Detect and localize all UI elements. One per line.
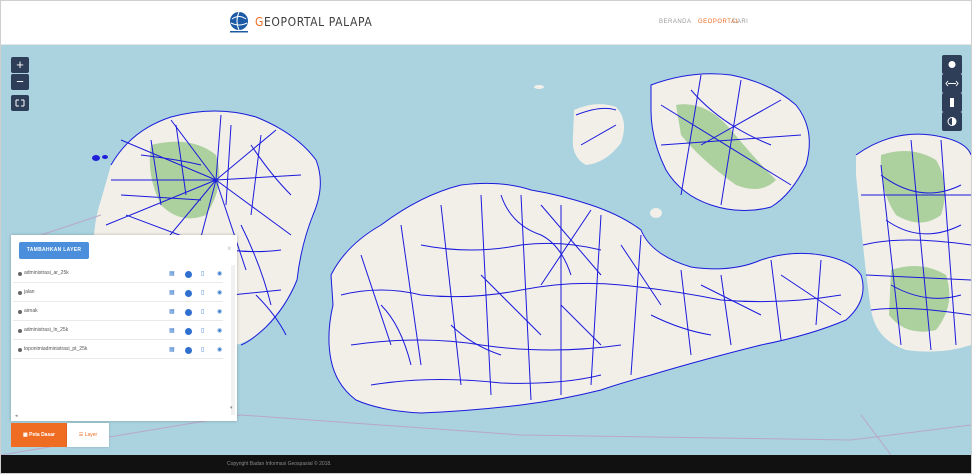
nav-cari[interactable]: CARI xyxy=(732,19,748,25)
color-dot-icon[interactable] xyxy=(185,347,192,354)
grid-icon[interactable]: ▦ xyxy=(169,307,175,317)
contrast-icon[interactable] xyxy=(942,112,962,131)
peta-dasar-button[interactable]: ▦ Peta Dasar xyxy=(11,423,67,447)
layer-row[interactable]: administrasi_ar_25k ▦ ▯ ◉ xyxy=(13,265,223,283)
grid-icon[interactable]: ▦ xyxy=(169,269,175,279)
layer-row[interactable]: toponimiadministrasi_pt_25k ▦ ▯ ◉ xyxy=(13,341,223,359)
fullscreen-icon[interactable] xyxy=(11,95,29,111)
brand-title[interactable]: GEOPORTAL PALAPA xyxy=(255,15,372,29)
color-dot-icon[interactable] xyxy=(185,328,192,335)
layer-bullet xyxy=(18,291,22,295)
brand-rest: EOPORTAL PALAPA xyxy=(263,15,373,29)
grid-icon[interactable]: ▦ xyxy=(169,288,175,298)
fullscreen-glyph xyxy=(15,99,25,107)
circle-tool-icon[interactable] xyxy=(942,55,962,74)
islet-2 xyxy=(102,155,108,159)
color-dot-icon[interactable] xyxy=(185,290,192,297)
app-frame: GEOPORTAL PALAPA BERANDA GEOPORTAL CARI xyxy=(0,0,972,474)
layer-button[interactable]: ☰ Layer xyxy=(67,423,109,447)
footer-copyright: Copyright Badan Informasi Geospasial © 2… xyxy=(227,461,332,467)
islet-1 xyxy=(92,155,100,161)
trash-icon[interactable]: ▯ xyxy=(201,345,204,355)
layer-name: airnak xyxy=(24,308,38,314)
panel-scrollbar[interactable] xyxy=(231,265,235,415)
zoom-out-button[interactable]: − xyxy=(11,74,29,90)
color-dot-icon[interactable] xyxy=(185,271,192,278)
islet-4 xyxy=(534,85,544,89)
circle-glyph xyxy=(948,61,956,68)
layer-name: toponimiadministrasi_pt_25k xyxy=(24,346,88,352)
add-layer-button[interactable]: TAMBAHKAN LAYER xyxy=(19,242,89,259)
bookmark-icon[interactable] xyxy=(942,93,962,112)
zoom-in-button[interactable]: + xyxy=(11,57,29,73)
measure-glyph xyxy=(945,80,959,87)
trash-icon[interactable]: ▯ xyxy=(201,307,204,317)
islet-3 xyxy=(650,208,662,218)
grid-icon[interactable]: ▦ xyxy=(169,326,175,336)
layer-bullet xyxy=(18,348,22,352)
color-dot-icon[interactable] xyxy=(185,309,192,316)
top-header: GEOPORTAL PALAPA BERANDA GEOPORTAL CARI xyxy=(1,1,971,45)
peta-dasar-label: Peta Dasar xyxy=(29,432,55,438)
trash-icon[interactable]: ▯ xyxy=(201,326,204,336)
layer-row[interactable]: jalan ▦ ▯ ◉ xyxy=(13,284,223,302)
layer-row[interactable]: administrasi_ln_25k ▦ ▯ ◉ xyxy=(13,322,223,340)
layer-panel: TAMBAHKAN LAYER × administrasi_ar_25k ▦ … xyxy=(11,235,237,421)
layer-row[interactable]: airnak ▦ ▯ ◉ xyxy=(13,303,223,321)
layer-bullet xyxy=(18,272,22,276)
layer-label: Layer xyxy=(84,432,98,438)
globe-icon[interactable] xyxy=(227,10,251,34)
scroll-down-arrow[interactable]: ▾ xyxy=(230,405,233,411)
eye-icon[interactable]: ◉ xyxy=(217,326,222,336)
bookmark-glyph xyxy=(950,98,954,107)
eye-icon[interactable]: ◉ xyxy=(217,288,222,298)
eye-icon[interactable]: ◉ xyxy=(217,345,222,355)
eye-icon[interactable]: ◉ xyxy=(217,307,222,317)
layer-bullet xyxy=(18,310,22,314)
close-icon[interactable]: × xyxy=(227,244,232,253)
nav-beranda[interactable]: BERANDA xyxy=(659,19,692,25)
grid-icon[interactable]: ▦ xyxy=(169,345,175,355)
layer-name: administrasi_ar_25k xyxy=(24,270,69,276)
contrast-glyph xyxy=(947,117,957,126)
trash-icon[interactable]: ▯ xyxy=(201,269,204,279)
footer: Copyright Badan Informasi Geospasial © 2… xyxy=(1,455,971,473)
brand-first-letter: G xyxy=(255,15,264,29)
trash-icon[interactable]: ▯ xyxy=(201,288,204,298)
layer-name: administrasi_ln_25k xyxy=(24,327,69,333)
layer-name: jalan xyxy=(24,289,35,295)
eye-icon[interactable]: ◉ xyxy=(217,269,222,279)
scroll-left-arrow[interactable]: ◂ xyxy=(15,413,18,419)
layer-bullet xyxy=(18,329,22,333)
measure-icon[interactable] xyxy=(942,74,962,93)
